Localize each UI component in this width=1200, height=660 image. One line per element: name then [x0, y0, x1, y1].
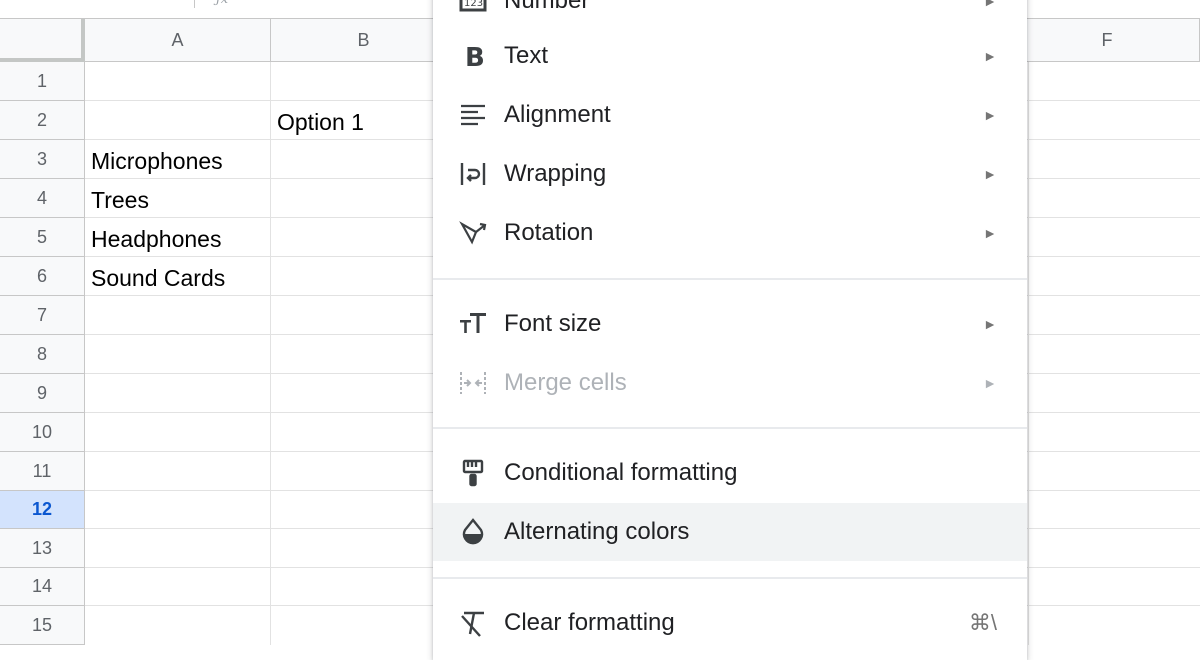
function-icon: ƒx	[216, 0, 228, 7]
menu-divider	[433, 278, 1027, 280]
row-header-5[interactable]: 5	[0, 218, 85, 257]
menu-item-conditional-formatting[interactable]: Conditional formatting	[433, 444, 1027, 502]
paint-roller-icon	[457, 457, 489, 489]
row-header-1[interactable]: 1	[0, 62, 85, 101]
menu-item-wrapping[interactable]: Wrapping ►	[433, 145, 1027, 203]
menu-item-rotation[interactable]: Rotation ►	[433, 204, 1027, 262]
row-header-12[interactable]: 12	[0, 491, 85, 529]
row-header-10[interactable]: 10	[0, 413, 85, 452]
submenu-arrow-icon: ►	[983, 225, 997, 241]
submenu-arrow-icon: ►	[983, 316, 997, 332]
text-rotation-icon	[457, 217, 489, 249]
menu-item-clear-formatting[interactable]: Clear formatting ⌘\	[433, 594, 1027, 652]
cell-a5[interactable]: Headphones	[91, 220, 221, 258]
select-all-corner[interactable]	[0, 19, 85, 62]
color-drop-icon	[457, 516, 489, 548]
row-header-7[interactable]: 7	[0, 296, 85, 335]
menu-item-text[interactable]: B Text ►	[433, 27, 1027, 85]
row-header-2[interactable]: 2	[0, 101, 85, 140]
column-header-b[interactable]: B	[271, 19, 457, 62]
cell-a4[interactable]: Trees	[91, 181, 149, 219]
clear-format-icon	[457, 607, 489, 639]
row-header-13[interactable]: 13	[0, 529, 85, 568]
row-header-4[interactable]: 4	[0, 179, 85, 218]
cell-a3[interactable]: Microphones	[91, 142, 223, 180]
format-menu: 123 Number ► B Text ► Alignment ► Wrappi…	[433, 0, 1027, 660]
font-size-icon	[457, 308, 489, 340]
wrap-text-icon	[457, 158, 489, 190]
submenu-arrow-icon: ►	[983, 107, 997, 123]
row-header-14[interactable]: 14	[0, 568, 85, 606]
menu-item-alternating-colors[interactable]: Alternating colors	[433, 503, 1027, 561]
menu-item-alignment[interactable]: Alignment ►	[433, 86, 1027, 144]
cell-b2[interactable]: Option 1	[277, 103, 364, 141]
menu-item-font-size[interactable]: Font size ►	[433, 295, 1027, 353]
menu-divider	[433, 577, 1027, 579]
row-header-15[interactable]: 15	[0, 606, 85, 645]
row-header-8[interactable]: 8	[0, 335, 85, 374]
row-header-6[interactable]: 6	[0, 257, 85, 296]
column-header-a[interactable]: A	[85, 19, 271, 62]
align-left-icon	[457, 99, 489, 131]
keyboard-shortcut: ⌘\	[968, 610, 997, 635]
menu-item-number[interactable]: 123 Number ►	[433, 0, 1027, 30]
menu-divider	[433, 427, 1027, 429]
row-header-11[interactable]: 11	[0, 452, 85, 491]
column-header-f[interactable]: F	[1015, 19, 1200, 62]
submenu-arrow-icon: ►	[983, 48, 997, 64]
bold-icon: B	[457, 40, 489, 72]
menu-item-merge-cells[interactable]: Merge cells ►	[433, 354, 1027, 412]
submenu-arrow-icon: ►	[983, 166, 997, 182]
submenu-arrow-icon: ►	[983, 0, 997, 9]
row-header-9[interactable]: 9	[0, 374, 85, 413]
formula-divider	[194, 0, 195, 8]
submenu-arrow-icon: ►	[983, 375, 997, 391]
formula-bar[interactable]: ƒx	[194, 0, 254, 16]
merge-cells-icon	[457, 367, 489, 399]
svg-text:B: B	[465, 43, 485, 71]
row-header-3[interactable]: 3	[0, 140, 85, 179]
svg-text:123: 123	[464, 0, 483, 9]
cell-a6[interactable]: Sound Cards	[91, 259, 225, 297]
number-format-icon: 123	[457, 0, 489, 17]
